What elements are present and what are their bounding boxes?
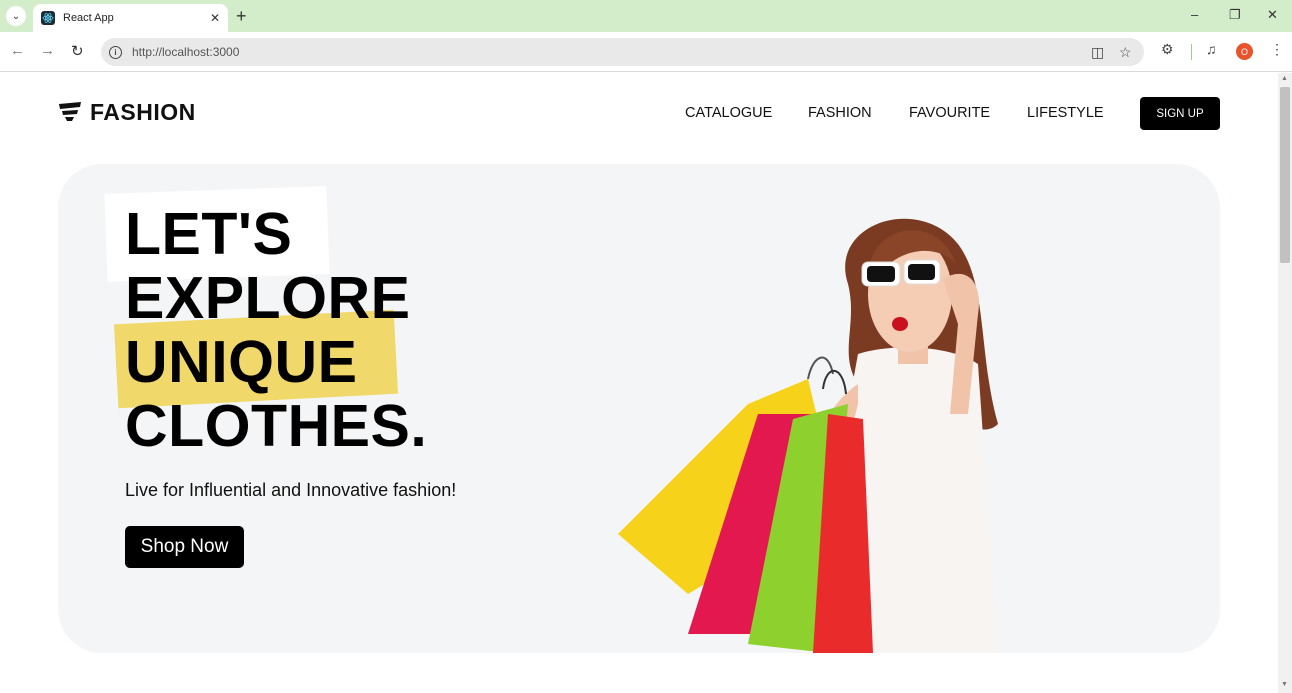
scroll-down-icon[interactable]: ▼ [1281,681,1288,688]
extensions-icon[interactable]: ⚙ [1161,41,1174,58]
profile-avatar[interactable]: O [1236,43,1253,60]
page-scrollbar[interactable]: ▲ ▼ [1278,73,1292,693]
scrollbar-thumb[interactable] [1280,87,1290,263]
hero-headline: LET'S EXPLORE UNIQUE CLOTHES. [125,202,427,458]
hero-tagline: Live for Influential and Innovative fash… [125,480,457,500]
close-window-icon[interactable]: ✕ [1267,7,1278,23]
headline-line: LET'S [125,201,293,267]
nav-catalogue[interactable]: CATALOGUE [685,105,772,121]
headline-line: CLOTHES. [125,393,428,459]
browser-tab[interactable]: React App ✕ [33,4,228,32]
tab-title: React App [63,12,114,24]
logo-text: FASHION [90,99,196,125]
browser-tabbar: ⌄ React App ✕ + – ❐ ✕ [0,0,1292,32]
media-controls-icon[interactable]: ♫ [1206,41,1217,57]
nav-favourite[interactable]: FAVOURITE [909,105,990,121]
site-logo[interactable]: FASHION [58,99,196,126]
headline-line: UNIQUE [125,329,358,395]
url-text: http://localhost:3000 [132,45,240,59]
bookmark-star-icon[interactable]: ☆ [1119,44,1132,61]
headline-line: EXPLORE [125,265,411,331]
address-bar[interactable]: i http://localhost:3000 ◫ ☆ [101,38,1144,66]
back-arrow-icon[interactable]: ← [10,42,25,59]
site-info-icon[interactable]: i [109,45,122,59]
model-with-shopping-bags-image [618,218,998,653]
restore-icon[interactable]: ❐ [1229,7,1241,23]
menu-kebab-icon[interactable]: ⋮ [1270,41,1284,58]
close-tab-icon[interactable]: ✕ [210,11,220,25]
nav-lifestyle[interactable]: LIFESTYLE [1027,105,1104,121]
chevron-down-icon: ⌄ [11,10,21,22]
nav-fashion[interactable]: FASHION [808,105,872,121]
reload-icon[interactable]: ↻ [71,42,84,60]
page-content: FASHION CATALOGUE FASHION FAVOURITE LIFE… [0,73,1278,693]
shop-now-button[interactable]: Shop Now [125,526,244,568]
hero-banner: LET'S EXPLORE UNIQUE CLOTHES. Live for I… [58,164,1220,653]
sign-up-button[interactable]: SIGN UP [1140,97,1220,130]
browser-toolbar: ← → ↻ i http://localhost:3000 ◫ ☆ ⚙ ♫ O … [0,32,1292,72]
toolbar-divider [1191,44,1192,60]
minimize-icon[interactable]: – [1191,7,1198,22]
scroll-up-icon[interactable]: ▲ [1281,75,1288,82]
install-app-icon[interactable]: ◫ [1091,44,1104,61]
react-favicon-icon [41,11,55,25]
logo-wifi-icon [59,101,81,121]
new-tab-icon[interactable]: + [236,6,247,26]
forward-arrow-icon[interactable]: → [40,42,55,59]
tab-list-button[interactable]: ⌄ [6,6,26,26]
